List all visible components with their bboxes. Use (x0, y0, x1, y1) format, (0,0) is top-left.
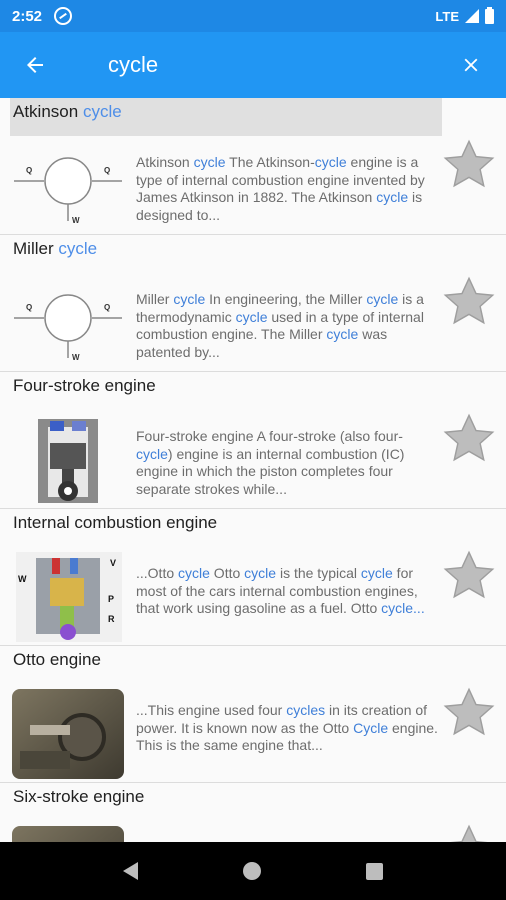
clear-search-button[interactable] (436, 32, 506, 98)
favorite-star-icon[interactable] (440, 684, 498, 742)
engine-label-w: W (18, 574, 27, 584)
result-snippet: Miller cycle In engineering, the Miller … (136, 291, 438, 361)
engine-photo-icon (12, 826, 124, 842)
diagram-label-q2: Q (104, 303, 110, 312)
snippet-highlight: Cycle (353, 719, 389, 736)
result-snippet: ...This engine used four cycles in its c… (136, 702, 438, 755)
snippet-text: Atkinson (136, 154, 194, 170)
favorite-star-icon[interactable] (440, 273, 498, 331)
status-time: 2:52 (12, 7, 43, 25)
list-item[interactable]: Otto engine ...This engine used four cycl… (0, 646, 506, 783)
navigation-bar (0, 842, 506, 900)
snippet-highlight: cycle (376, 189, 409, 206)
thermodynamic-diagram-icon: Q Q W (14, 157, 122, 225)
snippet-highlight: cycle (244, 565, 277, 581)
snippet-text: Four-stroke engine A four-stroke (also f… (136, 428, 403, 444)
snippet-highlight: cycle (326, 326, 359, 343)
favorite-star-icon[interactable] (440, 136, 498, 194)
thermodynamic-diagram-icon: Q Q W (14, 294, 122, 362)
snippet-text: In engineering, the Miller (205, 291, 367, 307)
result-title-highlight: cycle (58, 239, 98, 258)
app-bar: cycle (0, 32, 506, 98)
result-title-text: Miller (13, 239, 59, 258)
snippet-highlight: cycle (235, 308, 268, 325)
snippet-highlight: cycle (193, 154, 226, 170)
search-query[interactable]: cycle (108, 52, 436, 78)
network-type: LTE (435, 8, 459, 24)
diagram-label-w: W (72, 216, 80, 225)
engine-photo-icon (12, 689, 124, 779)
back-button[interactable] (0, 32, 70, 98)
result-title[interactable]: Four-stroke engine (13, 376, 156, 396)
list-item[interactable]: Four-stroke engine Four-stroke engine A f… (0, 372, 506, 509)
snippet-highlight: cycle (314, 154, 347, 170)
diagram-label-w: W (72, 353, 80, 362)
diagram-label-q1: Q (26, 303, 32, 312)
diagram-label-q1: Q (26, 166, 32, 175)
result-thumbnail: Q Q W (12, 141, 124, 231)
result-title-text: Four-stroke engine (13, 376, 156, 395)
result-thumbnail (12, 415, 124, 505)
result-thumbnail: Q Q W (12, 278, 124, 368)
result-title-text: Otto engine (13, 650, 101, 669)
nav-back-icon[interactable] (122, 862, 138, 880)
snippet-text: ...Otto (136, 565, 179, 581)
result-title[interactable]: Otto engine (13, 650, 101, 670)
snippet-highlight: cycles (286, 702, 326, 718)
engine-diagram-icon: W V PR (16, 552, 122, 642)
result-snippet: Four-stroke engine A four-stroke (also f… (136, 428, 438, 498)
snippet-highlight: cycle (360, 565, 393, 581)
result-thumbnail: W V PR (12, 552, 124, 642)
result-thumbnail (12, 826, 124, 842)
snippet-text: Otto (209, 565, 245, 581)
result-thumbnail (12, 689, 124, 779)
battery-icon (485, 6, 494, 24)
snippet-text: ) engine is an internal combustion (IC) … (136, 445, 405, 497)
list-item[interactable]: Six-stroke engine (0, 783, 506, 842)
snippet-text: ...This engine used four (136, 702, 287, 718)
result-title[interactable]: Miller cycle (13, 239, 97, 259)
result-title[interactable]: Six-stroke engine (13, 787, 144, 807)
favorite-star-icon[interactable] (440, 821, 498, 842)
result-title[interactable]: Internal combustion engine (13, 513, 217, 533)
results-list: Atkinson cycle Q Q W Atkinson cycle The Atki… (0, 98, 506, 842)
diagram-label-q2: Q (104, 166, 110, 175)
result-title-text: Atkinson (13, 102, 83, 121)
result-snippet: ...Otto cycle Otto cycle is the typical … (136, 565, 438, 618)
list-item[interactable]: Internal combustion engine W V P R ...Otto cy… (0, 509, 506, 646)
favorite-star-icon[interactable] (440, 547, 498, 605)
snippet-highlight: cycle (178, 565, 210, 581)
snippet-highlight: cycle... (381, 600, 425, 617)
snippet-highlight: cycle (366, 291, 399, 307)
engine-label-p: P (108, 594, 114, 604)
signal-icon (465, 9, 479, 23)
result-title-text: Six-stroke engine (13, 787, 145, 806)
result-snippet: Atkinson cycle The Atkinson-cycle engine… (136, 154, 438, 224)
list-item[interactable]: Atkinson cycle Q Q W Atkinson cycle The Atki… (0, 98, 506, 235)
sync-icon (54, 7, 73, 25)
result-title-highlight: cycle (82, 102, 122, 121)
favorite-star-icon[interactable] (440, 410, 498, 468)
status-bar: 2:52 LTE (0, 0, 506, 32)
snippet-highlight: cycle (136, 445, 168, 462)
nav-home-icon[interactable] (242, 862, 261, 880)
close-icon (464, 58, 478, 72)
snippet-text: is the typical (276, 565, 361, 581)
result-title-text: Internal combustion engine (13, 513, 218, 532)
nav-recents-icon[interactable] (366, 862, 384, 880)
snippet-highlight: cycle (173, 291, 206, 307)
piston-cutaway-icon (38, 419, 98, 503)
list-item[interactable]: Miller cycle Q Q W Miller cycle In engineeri… (0, 235, 506, 372)
status-right: LTE (435, 6, 494, 24)
snippet-text: The Atkinson- (225, 154, 315, 170)
arrow-left-icon (27, 57, 43, 73)
snippet-text: Miller (136, 291, 174, 307)
engine-label-r: R (108, 614, 115, 624)
engine-label-v: V (110, 558, 116, 568)
result-title[interactable]: Atkinson cycle (13, 102, 122, 122)
